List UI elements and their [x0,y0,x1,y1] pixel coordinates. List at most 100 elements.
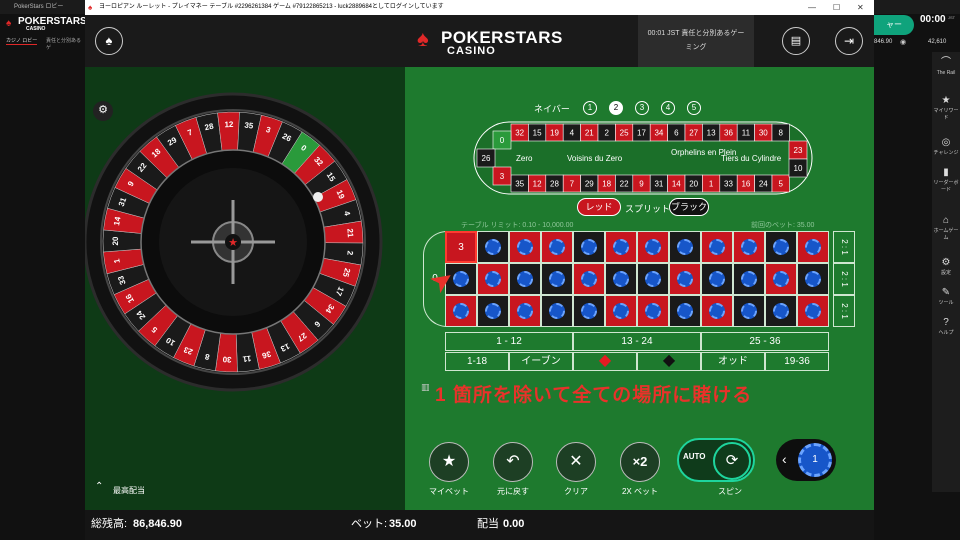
number-cell[interactable] [573,263,605,295]
section-tiers[interactable]: Tiers du Cylindre [721,154,782,163]
number-cell[interactable] [541,231,573,263]
number-cell[interactable] [765,263,797,295]
number-cell[interactable] [541,295,573,327]
max-payout-label[interactable]: 最高配当 [113,485,145,496]
racetrack-number: 21 [585,129,594,138]
dozen-bet[interactable]: 13 - 24 [573,332,701,351]
lobby-tab-responsible[interactable]: 責任と分別あるゲ [46,37,85,51]
dozen-bet[interactable]: 25 - 36 [701,332,829,351]
undo-button[interactable]: ↶ [493,442,533,482]
number-cell[interactable] [733,231,765,263]
racetrack-number: 16 [741,180,750,189]
rail-item-settings[interactable]: ⚙ 設定 [932,256,960,290]
number-cell[interactable] [445,295,477,327]
auto-spin-toggle[interactable]: AUTO [683,452,706,461]
number-cell[interactable] [669,295,701,327]
dozen-bet[interactable]: 1 - 12 [445,332,573,351]
number-cell[interactable] [733,263,765,295]
column-bet[interactable]: 2 : 1 [833,263,855,295]
neighbor-option[interactable]: 1 [583,101,597,115]
number-cell[interactable] [605,263,637,295]
clear-button[interactable]: ✕ [556,442,596,482]
chevron-left-icon[interactable]: ‹ [782,451,787,467]
number-cell[interactable] [637,295,669,327]
chevron-up-icon[interactable]: ⌃ [95,481,103,492]
section-zero[interactable]: Zero [516,154,533,163]
spade-logo-icon: ♠ [6,18,12,29]
neighbor-option[interactable]: 3 [635,101,649,115]
number-cell[interactable] [541,263,573,295]
chip-selector[interactable]: ‹ 1 [776,439,836,481]
neighbor-option[interactable]: 4 [661,101,675,115]
number-cell[interactable] [797,295,829,327]
racetrack-number: 34 [654,129,663,138]
column-bet[interactable]: 2 : 1 [833,295,855,327]
minimize-icon[interactable]: — [808,0,816,15]
number-cell[interactable] [509,263,541,295]
exit-button[interactable]: ⇥ [835,27,863,55]
close-icon[interactable]: ✕ [857,0,864,15]
rail-item-leaderboard[interactable]: ▮ リーダーボード [932,166,960,200]
number-cell[interactable] [573,295,605,327]
number-cell[interactable] [509,231,541,263]
cashier-button[interactable]: ▤ [782,27,810,55]
rail-item-help[interactable]: ? ヘルプ [932,316,960,350]
number-cell[interactable] [573,231,605,263]
number-cell[interactable] [637,231,669,263]
neighbor-option[interactable]: 5 [687,101,701,115]
placed-chip [677,303,693,319]
spin-button[interactable]: ⟳ [713,442,751,480]
number-cell[interactable] [605,231,637,263]
number-cell[interactable] [477,295,509,327]
lobby-tab-casino[interactable]: カジノ ロビー [6,37,38,45]
neighbor-option[interactable]: 2 [609,101,623,115]
lobby-join-button[interactable]: ャー [874,15,914,35]
number-cell[interactable] [669,231,701,263]
racetrack-number: 30 [759,129,768,138]
number-cell[interactable] [605,295,637,327]
selected-number: 3 [458,242,464,253]
rail-item-my-rewards[interactable]: ★ マイリワード [932,94,960,128]
number-cell[interactable] [765,295,797,327]
outside-bet[interactable]: オッド [701,352,765,371]
rail-item-home-games[interactable]: ⌂ ホームゲーム [932,214,960,248]
number-cell[interactable] [797,263,829,295]
outside-bet[interactable]: 19-36 [765,352,829,371]
placed-chip [581,271,597,287]
number-cell[interactable] [701,295,733,327]
selected-chip[interactable]: 1 [798,443,832,477]
racetrack-number: 26 [482,154,491,163]
number-cell[interactable] [637,263,669,295]
number-cell[interactable] [765,231,797,263]
number-cell[interactable] [509,295,541,327]
section-voisins[interactable]: Voisins du Zero [567,154,623,163]
rail-label: ホームゲーム [933,228,959,241]
number-cell[interactable] [701,263,733,295]
eye-icon[interactable]: ◉ [900,38,906,46]
maximize-icon[interactable]: ☐ [833,0,840,15]
number-cell[interactable] [669,263,701,295]
black-bet-button[interactable]: ブラック [669,198,709,216]
menu-spade-button[interactable]: ♠ [95,27,123,55]
number-cell[interactable]: 3 [445,231,477,263]
black-diamond-bet[interactable]: ◆ [637,352,701,371]
responsible-gaming-info[interactable]: 00:01 JST 責任と分別あるゲー ミング [638,15,754,67]
racetrack[interactable]: 32 15 19 4 21 2 25 17 34 6 27 13 36 11 30 835 12 28 7 29 18 2… [473,121,813,195]
stats-icon[interactable]: ▥ [421,382,430,393]
rail-item-tools[interactable]: ✎ ツール [932,286,960,320]
number-cell[interactable] [733,295,765,327]
rail-item-the-rail[interactable]: ⌒ The Rail [932,56,960,90]
rail-item-challenge[interactable]: ◎ チャレンジ [932,136,960,170]
outside-bet[interactable]: イーブン [509,352,573,371]
number-cell[interactable] [701,231,733,263]
double-bet-button[interactable]: ×2 [620,442,660,482]
column-bet[interactable]: 2 : 1 [833,231,855,263]
red-diamond-bet[interactable]: ◆ [573,352,637,371]
outside-bet[interactable]: 1-18 [445,352,509,371]
number-cell[interactable] [797,231,829,263]
number-cell[interactable] [477,263,509,295]
my-bet-button[interactable]: ★ [429,442,469,482]
number-cell[interactable] [477,231,509,263]
red-bet-button[interactable]: レッド [577,198,621,216]
clock-zone: JST [948,15,956,20]
